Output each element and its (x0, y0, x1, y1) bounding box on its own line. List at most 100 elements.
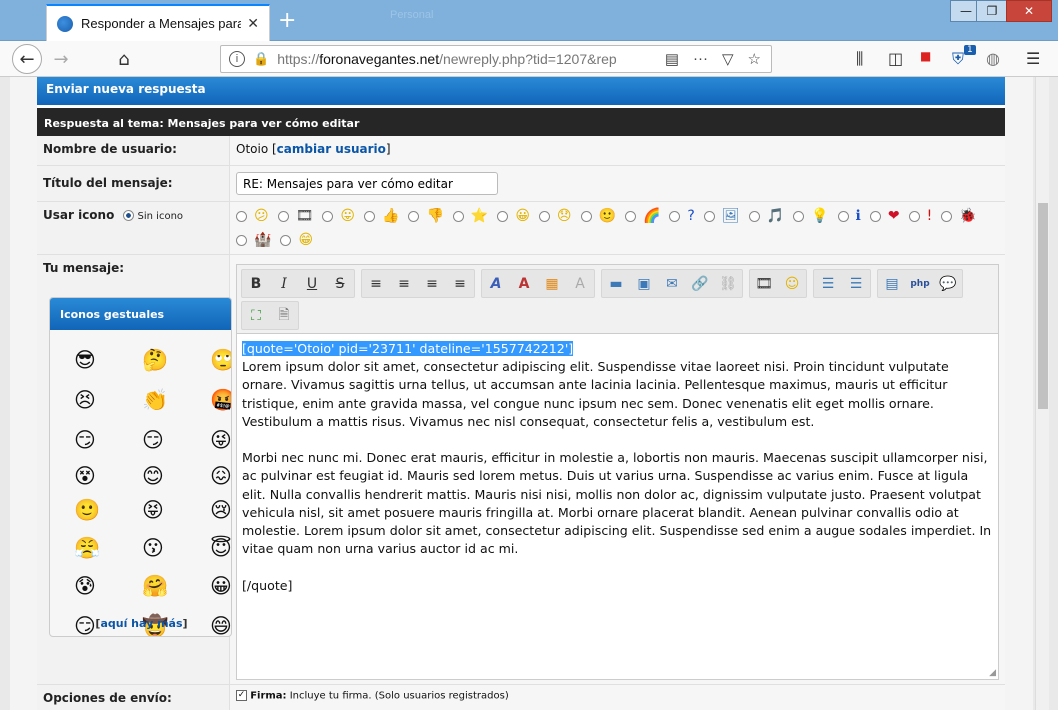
post-icon-radio[interactable] (941, 210, 953, 222)
post-icon-option[interactable]: 🎞 (277, 205, 321, 227)
smilie-icon[interactable]: 🤗 (142, 576, 168, 597)
post-icon-option[interactable]: ℹ (837, 205, 868, 227)
numbered-list-button[interactable]: ☰ (842, 270, 870, 297)
post-icon-radio[interactable] (748, 210, 760, 222)
bold-button[interactable]: B (242, 270, 270, 297)
smilie-icon[interactable]: 🤬 (210, 390, 231, 411)
post-icon-radio[interactable] (364, 210, 375, 222)
align-left-button[interactable]: ≡ (362, 270, 390, 297)
smilie-icon[interactable]: 😰 (74, 576, 96, 597)
back-button[interactable]: ← (12, 44, 42, 74)
font-size-button[interactable]: A (510, 270, 538, 297)
smilie-icon[interactable]: 😵 (74, 466, 96, 487)
info-icon[interactable]: i (229, 51, 245, 67)
quote-button[interactable]: 💬 (934, 270, 962, 297)
scrollbar[interactable] (1035, 77, 1049, 710)
smilie-icon[interactable]: 😎 (74, 350, 96, 371)
post-icon-radio[interactable] (236, 234, 247, 246)
post-icon-option[interactable]: ❤ (869, 205, 907, 227)
insert-email-button[interactable]: ✉ (658, 270, 686, 297)
maximize-button-editor[interactable]: ⛶ (242, 302, 270, 329)
php-button[interactable]: php (906, 270, 934, 297)
home-button[interactable]: ⌂ (110, 45, 138, 73)
url-bar[interactable]: i 🔒 https:// foronavegantes.net /newrepl… (220, 45, 772, 73)
justify-button[interactable]: ≡ (446, 270, 474, 297)
smilie-icon[interactable]: 🙂 (74, 500, 100, 521)
maximize-button[interactable]: ❐ (976, 0, 1008, 22)
post-icon-option[interactable]: 🎵 (748, 205, 791, 227)
message-textarea[interactable]: [quote='Otoio' pid='23711' dateline='155… (242, 340, 994, 676)
smilie-icon[interactable]: 😖 (210, 466, 231, 487)
extension-globe-icon[interactable]: ◍ (986, 49, 1000, 68)
post-icon-radio[interactable] (837, 210, 849, 222)
post-icon-option[interactable]: 👍 (364, 205, 406, 227)
insert-link-button[interactable]: 🔗 (686, 270, 714, 297)
post-icon-option[interactable]: ! (908, 205, 940, 227)
smilie-icon[interactable]: 😏 (74, 430, 96, 451)
no-icon-radio[interactable] (122, 210, 134, 221)
insert-video-button[interactable]: 🎞 (750, 270, 778, 297)
font-color-button[interactable]: ▦ (538, 270, 566, 297)
horizontal-rule-button[interactable]: ▬ (602, 270, 630, 297)
page-actions-icon[interactable]: ··· (693, 50, 708, 68)
active-tab[interactable]: Responder a Mensajes para ver cómo edita… (46, 4, 270, 41)
post-icon-option[interactable]: 😛 (322, 205, 362, 227)
post-icon-radio[interactable] (236, 210, 247, 222)
scrollbar-thumb[interactable] (1038, 203, 1048, 409)
smilie-icon[interactable]: 😢 (210, 500, 231, 521)
post-icon-option[interactable]: 🖼 (703, 205, 747, 227)
smilie-icon[interactable]: 🤔 (142, 350, 168, 371)
change-user-link[interactable]: cambiar usuario (277, 142, 386, 156)
post-icon-radio[interactable] (580, 210, 592, 222)
post-icon-option[interactable]: 😞 (538, 205, 579, 227)
new-tab-button[interactable]: + (278, 8, 296, 33)
post-icon-option[interactable]: 👎 (408, 205, 450, 227)
reader-view-icon[interactable]: ▤ (665, 50, 679, 68)
tab-close-icon[interactable]: ✕ (247, 16, 259, 32)
smilie-icon[interactable]: 🙄 (210, 350, 231, 371)
post-icon-radio[interactable] (869, 210, 881, 222)
post-icon-radio[interactable] (408, 210, 420, 222)
smilie-icon[interactable]: 😜 (210, 430, 231, 451)
extension-shield-icon[interactable]: ⛨ (952, 49, 964, 69)
align-center-button[interactable]: ≡ (390, 270, 418, 297)
font-button[interactable]: A (482, 270, 510, 297)
post-icon-radio[interactable] (703, 210, 715, 222)
smilie-icon[interactable]: 😣 (74, 390, 96, 411)
post-icon-radio[interactable] (669, 210, 681, 222)
code-button[interactable]: ▤ (878, 270, 906, 297)
smilie-icon[interactable]: 😀 (210, 576, 231, 597)
post-icon-option[interactable]: 😀 (497, 205, 537, 227)
post-icon-radio[interactable] (908, 210, 920, 222)
post-icon-option[interactable]: 🙂 (580, 205, 623, 227)
post-icon-option[interactable]: 🐞 (941, 205, 983, 227)
strike-button[interactable]: S (326, 270, 354, 297)
post-icon-option[interactable]: 😕 (236, 205, 276, 227)
post-icon-option[interactable]: 🌈 (624, 205, 667, 227)
extension-red-icon[interactable]: ■ (920, 49, 931, 63)
message-title-input[interactable] (236, 172, 498, 195)
more-smilies-link[interactable]: aquí hay más (100, 617, 182, 630)
smilie-icon[interactable]: 😇 (210, 538, 231, 559)
smilie-icon[interactable]: 😏 (142, 430, 164, 451)
resize-handle-icon[interactable]: ◢ (989, 668, 996, 678)
post-icon-radio[interactable] (624, 210, 636, 222)
smilie-icon[interactable]: 😊 (142, 466, 164, 487)
underline-button[interactable]: U (298, 270, 326, 297)
post-icon-option[interactable]: 💡 (793, 205, 835, 227)
forward-button[interactable]: → (47, 45, 75, 73)
post-icon-option[interactable]: ? (669, 205, 701, 227)
italic-button[interactable]: I (270, 270, 298, 297)
post-icon-radio[interactable] (322, 210, 334, 222)
library-icon[interactable]: ⫼ (856, 49, 863, 69)
emoticon-button[interactable]: ☺ (778, 270, 806, 297)
bookmark-star-icon[interactable]: ☆ (748, 50, 761, 68)
source-mode-button[interactable]: 🗎 (270, 302, 298, 329)
bullet-list-button[interactable]: ☰ (814, 270, 842, 297)
post-icon-radio[interactable] (452, 210, 464, 222)
signature-checkbox[interactable]: ✓ (236, 690, 247, 701)
pocket-icon[interactable]: ▽ (722, 50, 734, 68)
post-icon-radio[interactable] (280, 234, 292, 246)
close-window-button[interactable]: ✕ (1006, 0, 1052, 22)
align-right-button[interactable]: ≡ (418, 270, 446, 297)
